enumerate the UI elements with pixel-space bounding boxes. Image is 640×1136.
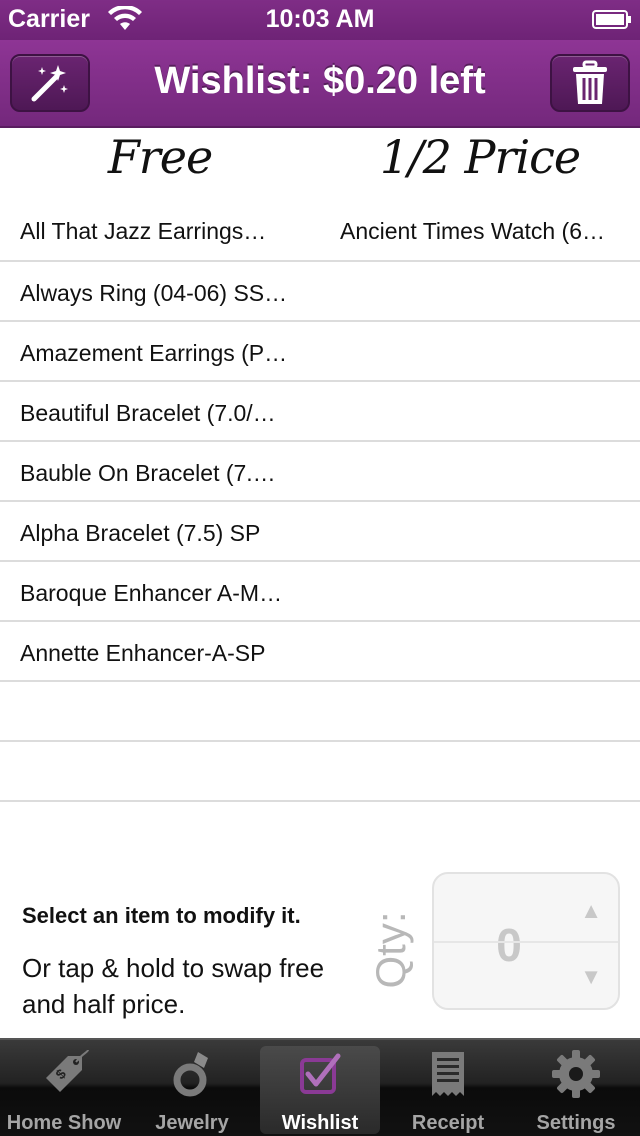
decrement-arrow-icon[interactable]: ▼ [580, 964, 602, 990]
trash-icon [573, 60, 607, 104]
magic-wand-button[interactable] [10, 54, 90, 112]
free-item-cell[interactable]: Beautiful Bracelet (7.0/… [20, 400, 305, 427]
table-row: Bauble On Bracelet (7.… [0, 442, 640, 502]
instruction-text: Or tap & hold to swap free and half pric… [22, 953, 325, 1019]
free-item-cell[interactable]: All That Jazz Earrings… [20, 218, 305, 245]
increment-arrow-icon[interactable]: ▲ [580, 898, 602, 924]
stepper-divider [434, 941, 618, 943]
table-row [0, 742, 640, 802]
checkbox-icon [300, 1053, 341, 1094]
tab-bar: $ Home Show Jewelry Wishlist Receipt Set… [0, 1038, 640, 1136]
column-header-half-price: 1/2 Price [379, 130, 581, 184]
gear-icon [552, 1050, 600, 1098]
table-row: All That Jazz Earrings… Ancient Times Wa… [0, 200, 640, 262]
tab-receipt[interactable]: Receipt [384, 1040, 512, 1136]
battery-icon [592, 10, 631, 29]
tab-wishlist[interactable]: Wishlist [260, 1046, 380, 1134]
table-row: Alpha Bracelet (7.5) SP [0, 502, 640, 562]
free-item-cell[interactable]: Amazement Earrings (P… [20, 340, 305, 367]
quantity-value: 0 [496, 919, 522, 971]
receipt-icon [432, 1052, 464, 1096]
trash-button[interactable] [550, 54, 630, 112]
free-item-cell[interactable]: Alpha Bracelet (7.5) SP [20, 520, 305, 547]
free-item-cell[interactable]: Bauble On Bracelet (7.… [20, 460, 305, 487]
free-item-cell[interactable]: Annette Enhancer-A-SP [20, 640, 305, 667]
half-price-item-cell[interactable]: Ancient Times Watch (6… [340, 218, 625, 245]
page-title: Wishlist: $0.20 left [154, 60, 486, 102]
tab-settings[interactable]: Settings [512, 1040, 640, 1136]
tab-label: Home Show [6, 1112, 122, 1134]
tab-label: Settings [536, 1112, 616, 1134]
ring-icon [173, 1052, 208, 1097]
table-row: Beautiful Bracelet (7.0/… [0, 382, 640, 442]
tab-label: Jewelry [155, 1112, 229, 1134]
nav-bar: Wishlist: $0.20 left [0, 40, 640, 128]
column-header-free: Free [107, 130, 213, 184]
table-row: Annette Enhancer-A-SP [0, 622, 640, 682]
instruction-heading: Select an item to modify it. [22, 903, 301, 928]
tab-jewelry[interactable]: Jewelry [128, 1040, 256, 1136]
tab-label: Wishlist [281, 1112, 359, 1134]
clock: 10:03 AM [265, 5, 375, 33]
magic-wand-icon [31, 65, 68, 102]
free-item-cell[interactable]: Always Ring (04-06) SS… [20, 280, 305, 307]
table-row: Always Ring (04-06) SS… [0, 262, 640, 322]
table-row [0, 682, 640, 742]
tab-home-show[interactable]: $ Home Show [0, 1040, 128, 1136]
tab-label: Receipt [411, 1112, 485, 1134]
quantity-stepper[interactable]: 0 ▲ ▼ [432, 872, 620, 1010]
qty-label: Qty: [367, 911, 414, 989]
wishlist-table: All That Jazz Earrings… Ancient Times Wa… [0, 200, 640, 802]
table-row: Baroque Enhancer A-M… [0, 562, 640, 622]
free-item-cell[interactable]: Baroque Enhancer A-M… [20, 580, 305, 607]
status-bar: Carrier 10:03 AM [0, 0, 640, 40]
table-row: Amazement Earrings (P… [0, 322, 640, 382]
price-tag-icon: $ [46, 1049, 89, 1092]
